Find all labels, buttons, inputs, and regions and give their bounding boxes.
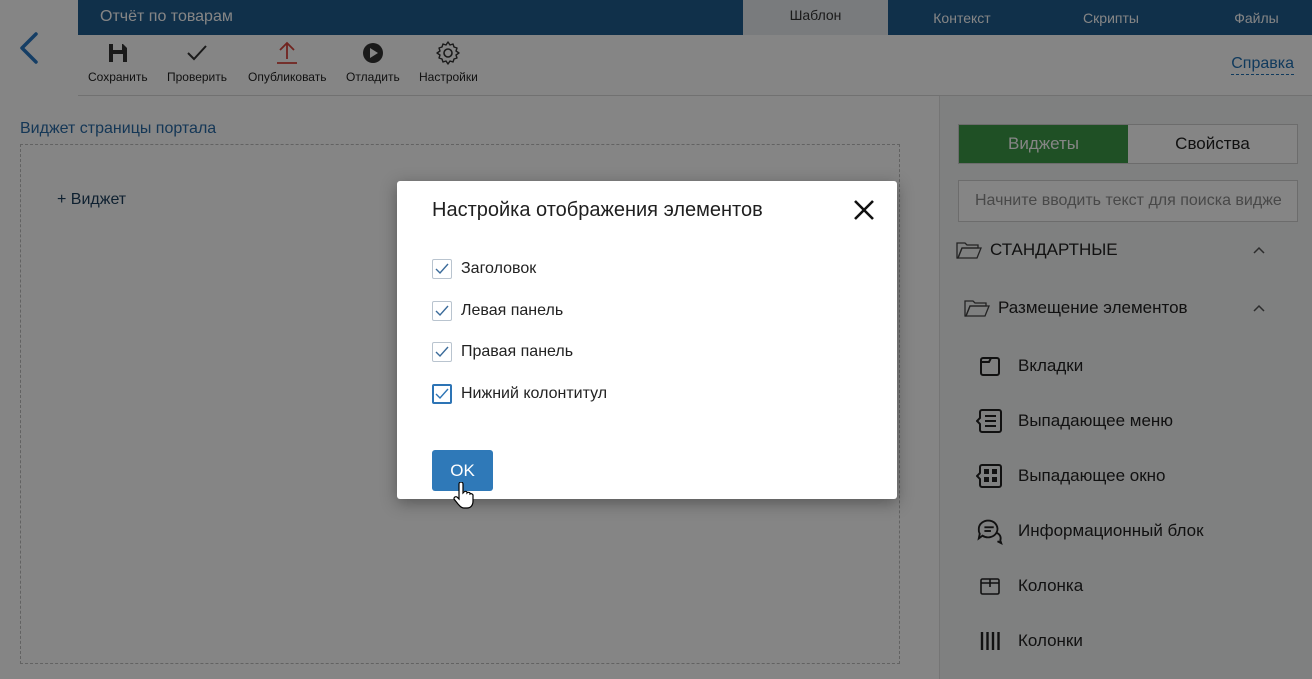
option-label: Заголовок xyxy=(461,260,537,277)
checkbox[interactable] xyxy=(432,384,452,404)
checkmark-icon xyxy=(435,388,449,400)
checkbox[interactable] xyxy=(432,342,452,362)
dialog-title: Настройка отображения элементов xyxy=(432,199,763,221)
checkmark-icon xyxy=(435,305,449,317)
option-label: Нижний колонтитул xyxy=(461,385,608,402)
checkmark-icon xyxy=(435,346,449,358)
hand-cursor-icon xyxy=(453,482,474,509)
checkmark-icon xyxy=(435,263,449,275)
option-right-panel[interactable]: Правая панель xyxy=(432,342,573,362)
option-label: Правая панель xyxy=(461,343,574,360)
option-left-panel[interactable]: Левая панель xyxy=(432,301,563,321)
close-icon[interactable] xyxy=(851,197,877,223)
checkbox[interactable] xyxy=(432,301,452,321)
option-footer[interactable]: Нижний колонтитул xyxy=(432,384,607,404)
checkbox[interactable] xyxy=(432,259,452,279)
option-header[interactable]: Заголовок xyxy=(432,259,536,279)
display-settings-dialog: Настройка отображения элементов Заголово… xyxy=(397,181,897,499)
option-label: Левая панель xyxy=(461,302,564,319)
